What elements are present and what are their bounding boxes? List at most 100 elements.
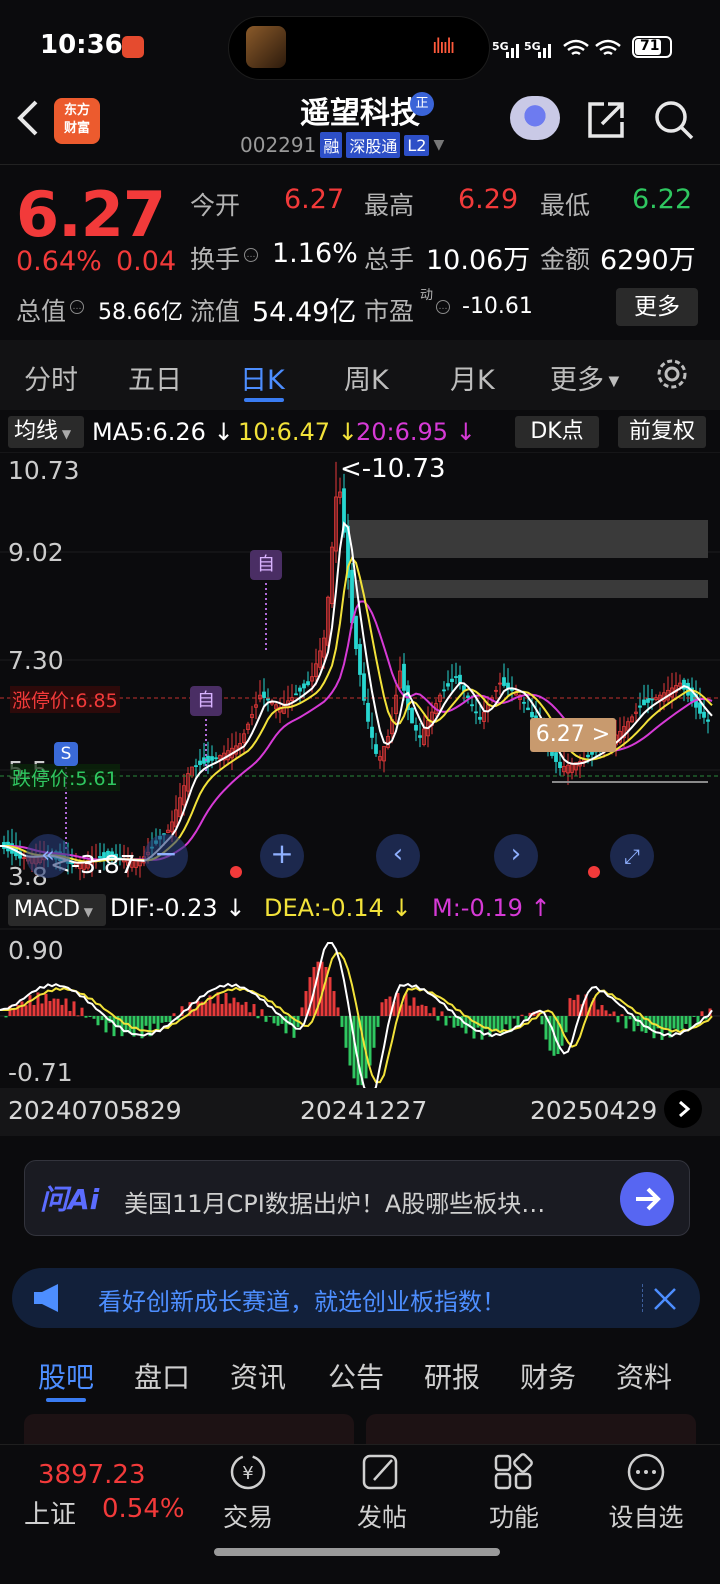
header-divider	[0, 164, 720, 165]
macd-bar	[12, 1009, 16, 1016]
tab-financials[interactable]: 财务	[520, 1356, 576, 1396]
ai-send-button[interactable]	[620, 1172, 674, 1226]
kline-chart[interactable]	[0, 452, 720, 886]
macd-bar	[260, 1009, 264, 1016]
tab-announcements[interactable]: 公告	[328, 1356, 384, 1396]
macd-bar	[684, 1016, 688, 1024]
candle-body	[522, 701, 526, 704]
macd-bar	[4, 1016, 8, 1018]
battery-icon: 71	[632, 36, 672, 58]
scroll-right-icon[interactable]: ›	[494, 834, 538, 878]
macd-chart[interactable]	[0, 928, 720, 1088]
macd-bar	[664, 1016, 668, 1028]
zoom-back-icon[interactable]: «	[26, 834, 70, 878]
candle-body	[198, 760, 202, 765]
nav-trade[interactable]: 交易	[188, 1498, 308, 1534]
dk-point-button[interactable]: DK点	[515, 416, 599, 448]
macd-bar	[604, 1010, 608, 1016]
macd-bar	[204, 1002, 208, 1016]
nav-add-watchlist[interactable]: 设自选	[586, 1498, 706, 1534]
pe-value: -10.61	[462, 294, 533, 319]
zoom-in-icon[interactable]: +	[260, 834, 304, 878]
high-label: 最高	[364, 191, 415, 220]
macd-m: M:-0.19 ↑	[432, 894, 551, 922]
tab-daily-k[interactable]: 日K	[240, 358, 285, 397]
index-name[interactable]: 上证	[24, 1494, 76, 1531]
tab-orderbook[interactable]: 盘口	[134, 1356, 190, 1396]
macd-bar	[164, 1016, 168, 1023]
indicator-selector[interactable]: 均线 ▼	[8, 416, 84, 448]
macd-bar	[76, 1015, 80, 1017]
sell-marker[interactable]: S	[54, 742, 78, 766]
add-watchlist-icon[interactable]	[624, 1452, 668, 1492]
self-select-marker[interactable]: 自	[250, 550, 282, 580]
macd-bar	[676, 1016, 680, 1032]
macd-bar	[384, 998, 388, 1016]
tab-5day[interactable]: 五日	[128, 358, 182, 397]
tab-research[interactable]: 研报	[424, 1356, 480, 1396]
limit-down-label: 跌停价:5.61	[10, 764, 120, 791]
macd-bar	[216, 992, 220, 1016]
candle-body	[702, 711, 706, 718]
stock-code-row[interactable]: 002291 融 深股通 L2 ▼	[240, 132, 444, 158]
low-label: 最低	[540, 191, 591, 220]
tab-monthly-k[interactable]: 月K	[450, 358, 495, 397]
tab-news[interactable]: 资讯	[230, 1356, 286, 1396]
macd-bar	[380, 1002, 384, 1016]
fullscreen-icon[interactable]: ⤢	[610, 834, 654, 878]
index-value[interactable]: 3897.23	[38, 1460, 146, 1490]
settings-gear-icon[interactable]	[654, 356, 690, 392]
tab-forum[interactable]: 股吧	[38, 1356, 94, 1396]
promo-text[interactable]: 看好创新成长赛道，就选创业板指数！	[98, 1282, 506, 1317]
home-indicator[interactable]	[214, 1548, 500, 1556]
ai-prompt-text[interactable]: 美国11月CPI数据出炉！A股哪些板块…	[124, 1184, 545, 1219]
post-icon[interactable]	[360, 1452, 404, 1492]
macd-bar	[672, 1016, 676, 1029]
self-select-marker[interactable]: 自	[190, 686, 222, 716]
nav-post[interactable]: 发帖	[322, 1498, 442, 1534]
tab-intraday[interactable]: 分时	[24, 358, 78, 397]
share-icon[interactable]	[584, 98, 628, 142]
index-change[interactable]: 0.54%	[102, 1494, 185, 1524]
zoom-out-icon[interactable]: −	[144, 834, 188, 878]
trade-icon[interactable]: ¥	[226, 1452, 270, 1492]
tab-weekly-k[interactable]: 周K	[344, 358, 389, 397]
open-value: 6.27	[284, 184, 345, 215]
macd-bar	[160, 1016, 164, 1023]
info-icon[interactable]: …	[244, 244, 258, 263]
adjust-button[interactable]: 前复权	[618, 416, 706, 448]
tab-profile[interactable]: 资料	[616, 1356, 672, 1396]
more-button[interactable]: 更多	[616, 288, 698, 326]
candle-body	[366, 702, 370, 722]
close-icon[interactable]	[652, 1286, 678, 1312]
info-icon[interactable]: …	[436, 296, 450, 315]
macd-bar	[92, 1016, 96, 1019]
macd-bar	[616, 1016, 620, 1023]
macd-bar	[40, 1003, 44, 1016]
ai-robot-icon[interactable]	[510, 96, 560, 140]
svg-text:¥: ¥	[242, 1463, 253, 1484]
tab-more[interactable]: 更多 ▼	[550, 358, 619, 397]
macd-bar	[564, 1016, 568, 1033]
scroll-left-icon[interactable]: ‹	[376, 834, 420, 878]
search-icon[interactable]	[652, 98, 696, 142]
macd-bar	[88, 1016, 92, 1017]
info-icon[interactable]: …	[70, 296, 84, 315]
candle-body	[554, 752, 558, 762]
current-price-tag[interactable]: 6.27 >	[530, 718, 616, 752]
macd-bar	[228, 1003, 232, 1016]
candle-body	[418, 735, 422, 738]
macd-bar	[444, 1016, 448, 1026]
macd-bar	[368, 1016, 372, 1066]
nav-functions[interactable]: 功能	[454, 1498, 574, 1534]
macd-selector[interactable]: MACD ▼	[8, 894, 106, 926]
play-icon[interactable]	[664, 1090, 702, 1128]
macd-bar	[540, 1016, 544, 1025]
candle-body	[370, 726, 374, 738]
macd-bar	[568, 998, 572, 1016]
float-label: 流值	[190, 297, 241, 326]
macd-bar	[68, 1010, 72, 1016]
event-dot	[588, 866, 600, 878]
functions-icon[interactable]	[492, 1452, 536, 1492]
macd-bar	[520, 1014, 524, 1016]
